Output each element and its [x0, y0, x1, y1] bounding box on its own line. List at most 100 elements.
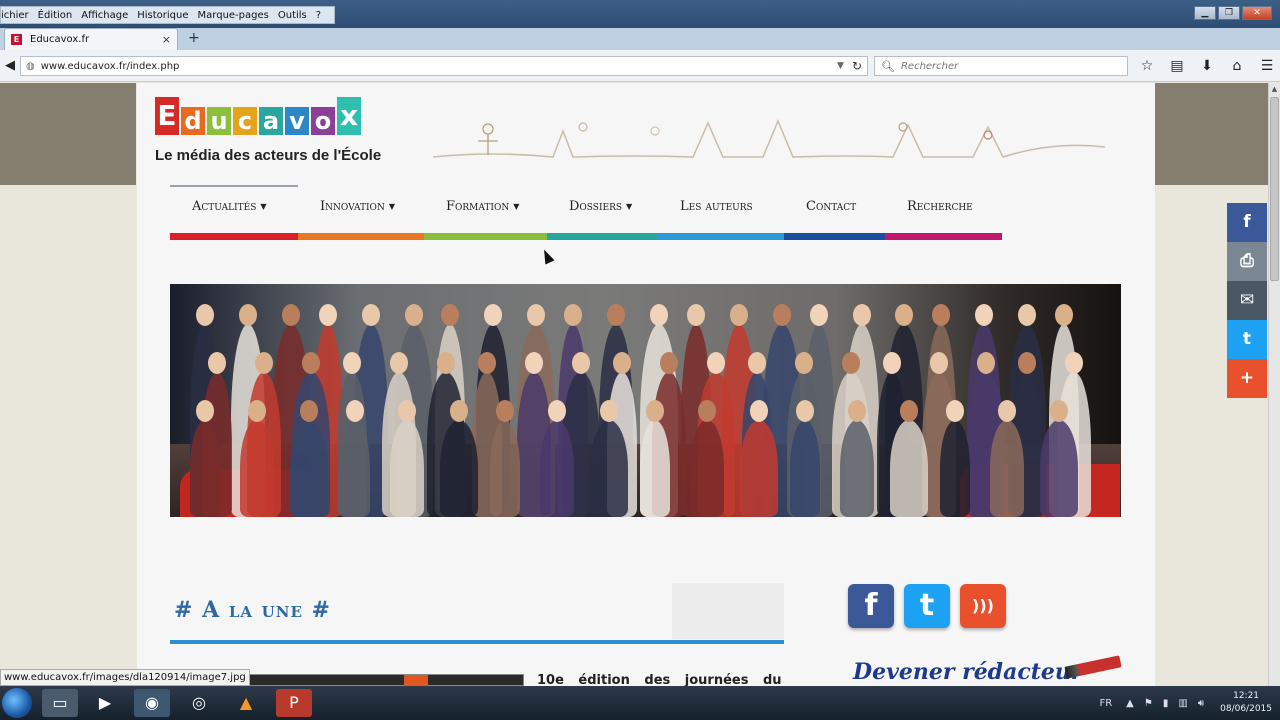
minimize-button[interactable]: ▁ — [1194, 6, 1216, 20]
firefox-icon[interactable]: ◉ — [134, 689, 170, 717]
tab-strip: E Educavox.fr × + — [0, 28, 1280, 50]
nav-les-auteurs[interactable]: Les auteurs — [680, 199, 753, 214]
site-logo[interactable]: E d u c a v o x — [155, 97, 363, 135]
chevron-down-icon: ▼ — [388, 202, 395, 211]
banner-person-head — [1055, 304, 1074, 326]
twitter-icon[interactable]: t — [904, 584, 950, 628]
banner-person — [840, 420, 874, 517]
scroll-up-icon[interactable]: ▲ — [1269, 83, 1280, 95]
banner-person-head — [478, 352, 496, 374]
banner-person-head — [748, 352, 766, 374]
facebook-icon[interactable]: f — [848, 584, 894, 628]
banner-person-head — [809, 304, 828, 326]
tab-educavox[interactable]: E Educavox.fr × — [4, 28, 178, 50]
banner-person-head — [196, 400, 214, 422]
nav-actualites[interactable]: Actualités ▼ — [192, 199, 267, 214]
back-button[interactable]: ◀ — [0, 56, 20, 76]
volume-icon[interactable]: 🔊︎ — [1198, 698, 1204, 709]
banner-person — [190, 420, 220, 517]
email-icon[interactable]: ✉ — [1227, 281, 1267, 320]
article-title[interactable]: 10e édition des journées du — [537, 673, 782, 686]
menu-fichier[interactable]: ichier — [1, 10, 29, 21]
vlc-icon[interactable]: ▲ — [228, 689, 264, 717]
new-tab-button[interactable]: + — [188, 30, 200, 46]
banner-person-head — [208, 352, 226, 374]
search-input[interactable] — [900, 60, 1101, 72]
start-button[interactable] — [2, 688, 32, 718]
banner-person — [990, 420, 1024, 517]
menu-marque-pages[interactable]: Marque-pages — [198, 10, 269, 21]
nav-contact[interactable]: Contact — [806, 199, 856, 214]
tab-close-icon[interactable]: × — [162, 33, 171, 46]
scrollbar-thumb[interactable] — [1270, 97, 1279, 281]
maximize-button[interactable]: ❐ — [1218, 6, 1240, 20]
banner-person-head — [998, 400, 1016, 422]
history-dropdown-icon[interactable]: ▼ — [837, 61, 844, 71]
reading-list-icon[interactable]: ▤ — [1166, 58, 1188, 74]
banner-person-head — [977, 352, 995, 374]
home-icon[interactable]: ⌂ — [1226, 58, 1248, 74]
nav-innovation[interactable]: Innovation ▼ — [320, 199, 395, 214]
banner-person-head — [527, 304, 546, 326]
menu-edition[interactable]: Édition — [38, 10, 73, 21]
banner-person-head — [302, 352, 320, 374]
media-player-icon[interactable]: ▶ — [87, 689, 123, 717]
plus-icon[interactable]: + — [1227, 359, 1267, 398]
banner-person — [1040, 420, 1078, 517]
banner-person — [740, 420, 778, 517]
hero-banner-image[interactable] — [170, 284, 1121, 517]
download-icon[interactable]: ⬇ — [1196, 58, 1218, 74]
print-icon[interactable]: ⎙ — [1227, 242, 1267, 281]
banner-person-head — [848, 400, 866, 422]
banner-person — [790, 420, 820, 517]
window-controls: ▁ ❐ ✕ — [1192, 6, 1272, 20]
header-divider — [170, 185, 298, 187]
banner-person-head — [196, 304, 214, 326]
banner-person-head — [281, 304, 300, 326]
banner-person-head — [496, 400, 514, 422]
tray-expand-icon[interactable]: ▲ — [1126, 698, 1134, 709]
search-box[interactable]: 🔍︎ — [874, 56, 1128, 76]
twitter-icon[interactable]: t — [1227, 320, 1267, 359]
page-content: E d u c a v o x Le média des acteurs de … — [137, 83, 1155, 686]
color-segment — [658, 233, 784, 240]
banner-person-head — [346, 400, 364, 422]
article-thumbnail[interactable] — [210, 674, 524, 686]
share-sidebar: f ⎙ ✉ t + — [1227, 203, 1267, 398]
become-writer-link[interactable]: Devener rédacteur — [853, 659, 1082, 685]
network-icon[interactable]: ▥ — [1178, 698, 1187, 709]
banner-person-head — [686, 304, 705, 326]
search-icon: 🔍︎ — [881, 59, 895, 73]
bookmark-star-icon[interactable]: ☆ — [1136, 58, 1158, 74]
menu-historique[interactable]: Historique — [137, 10, 188, 21]
file-explorer-icon[interactable]: ▭ — [42, 689, 78, 717]
close-window-button[interactable]: ✕ — [1242, 6, 1272, 20]
menu-aide[interactable]: ? — [316, 10, 321, 21]
page-scrollbar[interactable]: ▲ — [1268, 83, 1280, 686]
banner-person-head — [750, 400, 768, 422]
banner-person-head — [772, 304, 791, 326]
address-bar[interactable]: ◍ www.educavox.fr/index.php ▼ ↻ — [20, 56, 868, 76]
flag-icon[interactable]: ⚑ — [1144, 698, 1153, 709]
banner-person-head — [852, 304, 871, 326]
menu-icon[interactable]: ☰ — [1256, 58, 1278, 74]
menu-affichage[interactable]: Affichage — [81, 10, 128, 21]
section-title-a-la-une: # A la une # — [174, 597, 331, 623]
banner-person — [290, 420, 328, 517]
powerpoint-icon[interactable]: P — [276, 689, 312, 717]
language-indicator[interactable]: FR — [1099, 698, 1112, 709]
nav-dossiers[interactable]: Dossiers ▼ — [569, 199, 632, 214]
nav-recherche[interactable]: Recherche — [907, 199, 973, 214]
banner-person-head — [900, 400, 918, 422]
nav-label: Dossiers — [569, 199, 623, 214]
banner-person — [640, 420, 670, 517]
menu-outils[interactable]: Outils — [278, 10, 307, 21]
network-app-icon[interactable]: ◎ — [181, 689, 217, 717]
clock[interactable]: 12:21 08/06/2015 — [1220, 690, 1272, 716]
rss-icon[interactable]: ))) — [960, 584, 1006, 628]
facebook-icon[interactable]: f — [1227, 203, 1267, 242]
nav-formation[interactable]: Formation ▼ — [446, 199, 519, 214]
banner-person-head — [946, 400, 964, 422]
reload-icon[interactable]: ↻ — [852, 59, 862, 73]
battery-icon[interactable]: ▮ — [1163, 698, 1169, 709]
